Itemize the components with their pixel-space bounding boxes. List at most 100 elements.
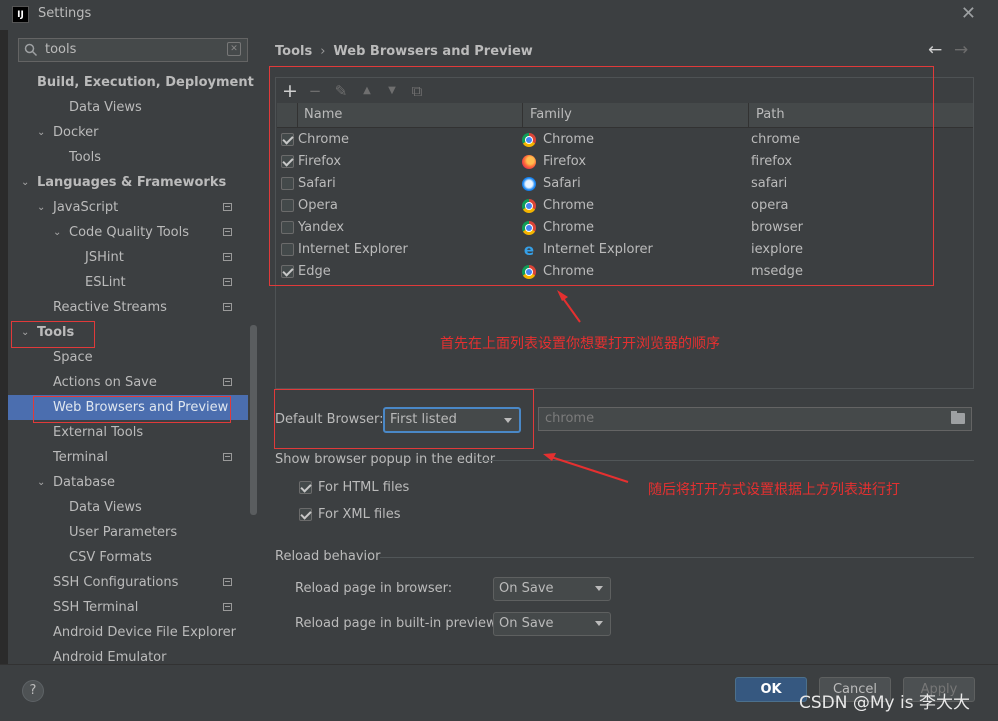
tree-item-ssh-configurations[interactable]: SSH Configurations: [8, 570, 248, 595]
back-arrow-icon[interactable]: ←: [928, 40, 942, 60]
enabled-checkbox[interactable]: [281, 133, 294, 146]
default-browser-select[interactable]: First listed: [383, 407, 521, 433]
tree-item-languages-frameworks[interactable]: ⌄ Languages & Frameworks: [8, 170, 248, 195]
column-header-active[interactable]: [277, 103, 297, 127]
move-up-icon[interactable]: ▲: [358, 82, 376, 100]
settings-search-input[interactable]: tools ✕: [18, 38, 248, 62]
xml-files-checkbox[interactable]: [299, 508, 312, 521]
close-window-icon[interactable]: ✕: [961, 3, 976, 24]
move-down-icon[interactable]: ▼: [383, 82, 401, 100]
table-row[interactable]: Edge Chrome msedge: [277, 261, 973, 283]
chrome-icon: [522, 199, 536, 213]
breadcrumb-root: Tools: [275, 44, 313, 59]
tree-item-database[interactable]: ⌄ Database: [8, 470, 248, 495]
tree-item-android-emulator[interactable]: Android Emulator: [8, 645, 248, 664]
tree-item-docker[interactable]: ⌄ Docker: [8, 120, 248, 145]
tree-item-actions-on-save[interactable]: Actions on Save: [8, 370, 248, 395]
default-browser-label: Default Browser:: [275, 412, 384, 427]
browser-name: Opera: [298, 198, 338, 213]
tree-item-docker-tools[interactable]: Tools: [8, 145, 248, 170]
ok-button[interactable]: OK: [735, 677, 807, 702]
tree-item-javascript[interactable]: ⌄ JavaScript: [8, 195, 248, 220]
reload-browser-select[interactable]: On Save: [493, 577, 611, 601]
enabled-checkbox[interactable]: [281, 221, 294, 234]
browser-name: Firefox: [298, 154, 342, 169]
html-files-label: For HTML files: [318, 480, 410, 495]
tree-item-terminal[interactable]: Terminal: [8, 445, 248, 470]
table-row[interactable]: Chrome Chrome chrome: [277, 129, 973, 151]
tree-item-code-quality-tools[interactable]: ⌄ Code Quality Tools: [8, 220, 248, 245]
column-header-path[interactable]: Path: [748, 103, 973, 127]
enabled-checkbox[interactable]: [281, 155, 294, 168]
reload-preview-select[interactable]: On Save: [493, 612, 611, 636]
tree-item-csv-formats[interactable]: CSV Formats: [8, 545, 248, 570]
tree-item-eslint[interactable]: ESLint: [8, 270, 248, 295]
help-button[interactable]: ?: [22, 680, 44, 702]
table-row[interactable]: Internet Explorer e Internet Explorer ie…: [277, 239, 973, 261]
watermark: CSDN @My is 李大大: [799, 693, 970, 713]
browser-name: Safari: [298, 176, 336, 191]
browser-path-field[interactable]: chrome: [538, 407, 972, 431]
edit-icon[interactable]: ✎: [332, 82, 350, 100]
project-settings-icon: [223, 278, 232, 286]
folder-icon[interactable]: [951, 411, 965, 424]
tree-item-data-views[interactable]: Data Views: [8, 95, 248, 120]
dropdown-arrow-icon: [504, 418, 512, 423]
enabled-checkbox[interactable]: [281, 199, 294, 212]
dialog-footer: ? OK Cancel Apply CSDN @My is 李大大: [0, 664, 998, 721]
column-header-family[interactable]: Family: [522, 103, 748, 127]
project-settings-icon: [223, 578, 232, 586]
forward-arrow-icon[interactable]: →: [954, 40, 968, 60]
chevron-down-icon[interactable]: ⌄: [21, 320, 29, 345]
tree-item-external-tools[interactable]: External Tools: [8, 420, 248, 445]
table-row[interactable]: Firefox Firefox firefox: [277, 151, 973, 173]
tree-item-tools[interactable]: ⌄ Tools: [8, 320, 248, 345]
title-bar: IJ Settings ✕: [0, 0, 998, 30]
table-row[interactable]: Yandex Chrome browser: [277, 217, 973, 239]
tree-item-build-execution-deployment[interactable]: Build, Execution, Deployment: [8, 70, 254, 95]
clear-search-icon[interactable]: ✕: [227, 42, 241, 56]
table-header: Name Family Path: [277, 103, 973, 128]
safari-icon: [522, 177, 536, 191]
tree-item-android-device-file-explorer[interactable]: Android Device File Explorer: [8, 620, 248, 645]
chevron-down-icon[interactable]: ⌄: [53, 220, 61, 245]
browser-family: Firefox: [543, 154, 587, 169]
remove-icon[interactable]: −: [306, 82, 324, 100]
chevron-down-icon[interactable]: ⌄: [21, 170, 29, 195]
add-icon[interactable]: +: [281, 82, 299, 101]
tree-item-web-browsers-and-preview[interactable]: Web Browsers and Preview: [8, 395, 248, 420]
tree-item-user-parameters[interactable]: User Parameters: [8, 520, 248, 545]
project-settings-icon: [223, 303, 232, 311]
breadcrumb-current: Web Browsers and Preview: [333, 44, 533, 59]
annotation-note-1: 首先在上面列表设置你想要打开浏览器的顺序: [440, 336, 720, 352]
search-icon: [24, 43, 38, 57]
chrome-icon: [522, 133, 536, 147]
settings-sidebar: tools ✕ Build, Execution, Deployment Dat…: [8, 30, 258, 664]
enabled-checkbox[interactable]: [281, 177, 294, 190]
browser-name: Chrome: [298, 132, 349, 147]
browser-family: Safari: [543, 176, 581, 191]
table-row[interactable]: Opera Chrome opera: [277, 195, 973, 217]
column-header-name[interactable]: Name: [297, 103, 522, 127]
html-files-checkbox[interactable]: [299, 481, 312, 494]
dropdown-arrow-icon: [595, 586, 603, 591]
section-divider: [480, 460, 974, 461]
enabled-checkbox[interactable]: [281, 265, 294, 278]
tree-item-jshint[interactable]: JSHint: [8, 245, 248, 270]
chevron-down-icon[interactable]: ⌄: [37, 120, 45, 145]
internet-explorer-icon: e: [523, 241, 535, 259]
browser-path: chrome: [751, 132, 801, 147]
tree-item-space[interactable]: Space: [8, 345, 248, 370]
sidebar-scrollbar[interactable]: [250, 325, 257, 515]
enabled-checkbox[interactable]: [281, 243, 294, 256]
copy-icon[interactable]: ⧉: [408, 82, 426, 100]
tree-item-database-data-views[interactable]: Data Views: [8, 495, 248, 520]
chrome-icon: [522, 265, 536, 279]
tree-item-ssh-terminal[interactable]: SSH Terminal: [8, 595, 248, 620]
project-settings-icon: [223, 603, 232, 611]
chevron-down-icon[interactable]: ⌄: [37, 470, 45, 495]
table-row[interactable]: Safari Safari safari: [277, 173, 973, 195]
chevron-down-icon[interactable]: ⌄: [37, 195, 45, 220]
popup-section-title: Show browser popup in the editor: [275, 452, 496, 467]
tree-item-reactive-streams[interactable]: Reactive Streams: [8, 295, 248, 320]
